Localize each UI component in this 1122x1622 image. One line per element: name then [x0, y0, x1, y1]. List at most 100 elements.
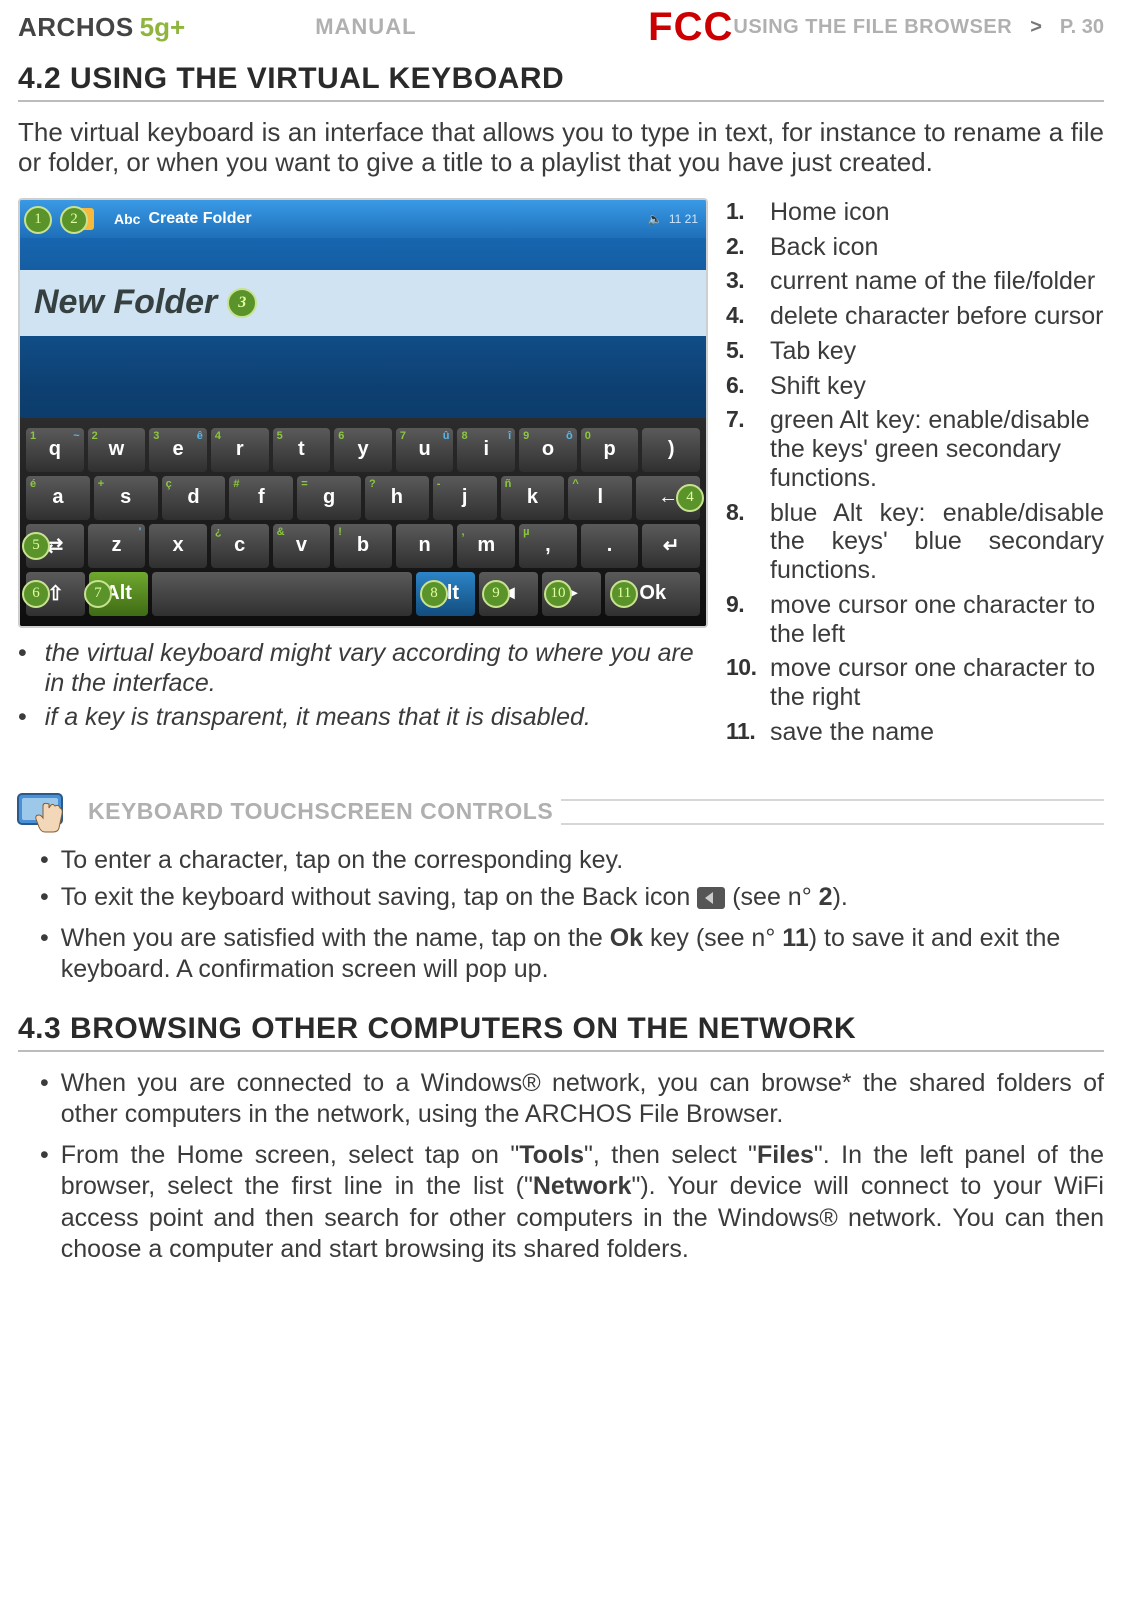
kb-key[interactable]: 0p	[581, 428, 639, 472]
kb-key[interactable]: çd	[162, 476, 226, 520]
legend-text: move cursor one character to the left	[770, 591, 1104, 649]
touch-item-3: When you are satisfied with the name, ta…	[40, 923, 1104, 986]
kb-key[interactable]: 9ôo	[519, 428, 577, 472]
kb-key[interactable]: &v	[273, 524, 331, 568]
legend-num: 7.	[726, 406, 762, 432]
touch-item-1-text: To enter a character, tap on the corresp…	[61, 845, 623, 876]
note-1: the virtual keyboard might vary accordin…	[18, 638, 708, 698]
kb-key-rows: 1~q2w3êe4r5t6y7ûu8îi9ôo0p) 4 éa+sçd#f=g?…	[20, 418, 706, 626]
kb-key[interactable]: x	[149, 524, 207, 568]
legend-num: 8.	[726, 499, 762, 525]
callout-11: 11	[610, 580, 638, 608]
clock-text: 11 21	[669, 212, 698, 226]
callout-7: 7	[84, 580, 112, 608]
callout-1: 1	[24, 206, 52, 234]
keyboard-and-legend-row: 1 2 Abc Create Folder 🔈 11 21 New Folder…	[18, 198, 1104, 753]
kb-key[interactable]: 7ûu	[396, 428, 454, 472]
kb-key[interactable]: ñk	[501, 476, 565, 520]
keyboard-column: 1 2 Abc Create Folder 🔈 11 21 New Folder…	[18, 198, 708, 753]
kb-key[interactable]: 8îi	[457, 428, 515, 472]
legend-item: 8.blue Alt key: enable/disable the keys'…	[726, 499, 1104, 585]
kb-key[interactable]: 3êe	[149, 428, 207, 472]
keyboard-legend: 1.Home icon2.Back icon3.current name of …	[726, 198, 1104, 747]
kb-key[interactable]: éa	[26, 476, 90, 520]
kb-key[interactable]: n	[396, 524, 454, 568]
kb-key[interactable]: ^l	[568, 476, 632, 520]
kb-key[interactable]: ,m	[457, 524, 515, 568]
kb-key[interactable]: !b	[334, 524, 392, 568]
page-number: P. 30	[1060, 16, 1104, 39]
touch-header-rule: KEYBOARD TOUCHSCREEN CONTROLS	[80, 799, 1104, 825]
keyboard-notes: the virtual keyboard might vary accordin…	[18, 638, 708, 732]
legend-num: 5.	[726, 337, 762, 363]
kb-key[interactable]: ↵	[642, 524, 700, 568]
section-4-2: 4.2 USING THE VIRTUAL KEYBOARD	[18, 62, 1104, 102]
kb-key[interactable]: 'z	[88, 524, 146, 568]
legend-text: Shift key	[770, 372, 866, 401]
callout-10: 10	[544, 580, 572, 608]
touch-item-3-text: When you are satisfied with the name, ta…	[61, 923, 1104, 986]
touch-controls-header: KEYBOARD TOUCHSCREEN CONTROLS	[18, 789, 1104, 835]
legend-text: Back icon	[770, 233, 878, 262]
kb-key[interactable]: .	[581, 524, 639, 568]
legend-num: 6.	[726, 372, 762, 398]
kb-key[interactable]: ¿c	[211, 524, 269, 568]
kb-input-field[interactable]: New Folder 3	[20, 270, 706, 336]
kb-key[interactable]: 1~q	[26, 428, 84, 472]
kb-key[interactable]: 5t	[273, 428, 331, 472]
fcc-label: FCC	[618, 5, 733, 50]
legend-num: 1.	[726, 198, 762, 224]
breadcrumb: USING THE FILE BROWSER	[733, 16, 1012, 39]
note-2-text: if a key is transparent, it means that i…	[45, 702, 591, 732]
kb-key[interactable]: 2w	[88, 428, 146, 472]
touch-item-2-text: To exit the keyboard without saving, tap…	[61, 882, 848, 917]
legend-num: 10.	[726, 654, 762, 680]
legend-item: 9. move cursor one character to the left	[726, 591, 1104, 649]
kb-status: 🔈 11 21	[648, 212, 698, 226]
legend-num: 9.	[726, 591, 762, 617]
legend-item: 2.Back icon	[726, 233, 1104, 262]
kb-titlebar: Abc Create Folder 🔈 11 21	[20, 200, 706, 238]
net-item-1-text: When you are connected to a Windows® net…	[61, 1068, 1104, 1131]
callout-8: 8	[420, 580, 448, 608]
note-2: if a key is transparent, it means that i…	[18, 702, 708, 732]
legend-item: 3.current name of the file/folder	[726, 267, 1104, 296]
model-label: 5g+	[140, 12, 186, 43]
legend-text: green Alt key: enable/disable the keys' …	[770, 406, 1104, 492]
virtual-keyboard-screenshot: 1 2 Abc Create Folder 🔈 11 21 New Folder…	[18, 198, 708, 628]
callout-3: 3	[227, 288, 257, 318]
section-rule	[18, 100, 1104, 102]
legend-text: Tab key	[770, 337, 856, 366]
kb-key[interactable]: +s	[94, 476, 158, 520]
brand-logo: ARCHOS	[18, 12, 134, 43]
legend-item: 4.delete character before cursor	[726, 302, 1104, 331]
kb-key[interactable]: )	[642, 428, 700, 472]
kb-key[interactable]: -j	[433, 476, 497, 520]
callout-6: 6	[22, 580, 50, 608]
note-1-text: the virtual keyboard might vary accordin…	[45, 638, 708, 698]
net-item-2-text: From the Home screen, select tap on "Too…	[61, 1140, 1104, 1265]
callout-4: 4	[676, 484, 704, 512]
touch-item-2: To exit the keyboard without saving, tap…	[40, 882, 1104, 917]
back-icon[interactable]: Abc	[114, 211, 140, 227]
section-4-2-intro: The virtual keyboard is an interface tha…	[18, 118, 1104, 178]
page-header: ARCHOS 5g+ MANUAL FCC USING THE FILE BRO…	[0, 0, 1122, 54]
kb-key[interactable]: 6y	[334, 428, 392, 472]
kb-key[interactable]: #f	[229, 476, 293, 520]
kb-key[interactable]: µ,	[519, 524, 577, 568]
kb-row-4: 6 ⇧ 7 Alt 8 Alt 9 ◄ 10 ► 11 Ok	[26, 572, 700, 616]
header-right: USING THE FILE BROWSER > P. 30	[733, 16, 1104, 39]
legend-text: delete character before cursor	[770, 302, 1104, 331]
kb-key[interactable]: ?h	[365, 476, 429, 520]
kb-key[interactable]: =g	[297, 476, 361, 520]
touch-controls-list: To enter a character, tap on the corresp…	[40, 845, 1104, 986]
legend-item: 6. Shift key	[726, 372, 1104, 401]
space-key[interactable]	[152, 572, 412, 616]
manual-label: MANUAL	[185, 14, 618, 40]
legend-text: save the name	[770, 718, 934, 747]
network-browsing-list: When you are connected to a Windows® net…	[40, 1068, 1104, 1266]
callout-2: 2	[60, 206, 88, 234]
kb-key[interactable]: 4r	[211, 428, 269, 472]
brand-block: ARCHOS 5g+	[18, 12, 185, 43]
section-rule-2	[18, 1050, 1104, 1052]
